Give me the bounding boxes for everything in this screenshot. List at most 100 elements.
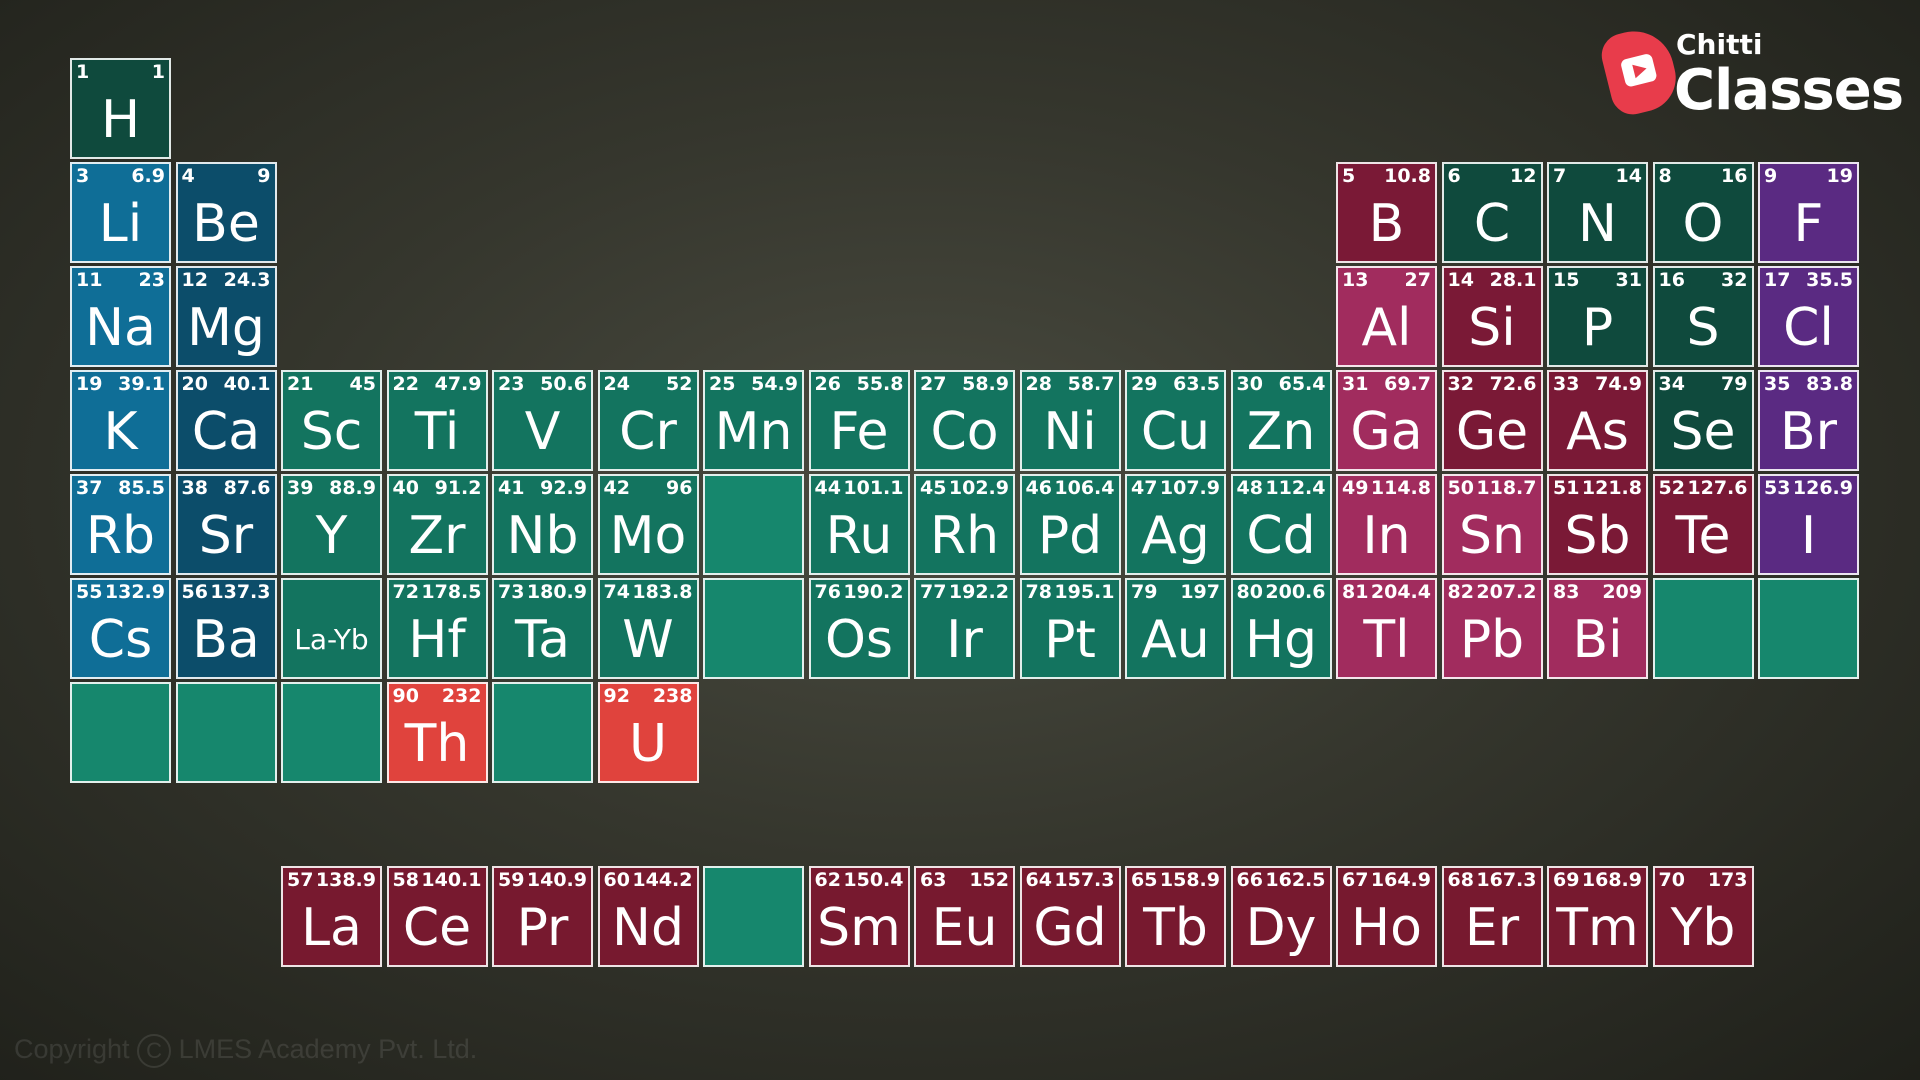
copyright-holder: LMES Academy Pvt. Ltd. bbox=[178, 1034, 478, 1065]
element-symbol: Sr bbox=[198, 506, 254, 566]
atomic-mass: 52 bbox=[666, 373, 693, 395]
atomic-mass: 162.5 bbox=[1265, 869, 1326, 891]
atomic-number: 49 bbox=[1342, 477, 1369, 499]
element-tile-pb: 82 207.2 Pb bbox=[1441, 578, 1543, 679]
atomic-mass: 195.1 bbox=[1054, 581, 1115, 603]
element-tile-tm: 69 168.9 Tm bbox=[1547, 866, 1648, 967]
element-tile-v: 23 50.6 V bbox=[492, 370, 593, 471]
element-tile-pd: 46 106.4 Pd bbox=[1019, 474, 1121, 575]
play-badge-icon bbox=[1597, 22, 1683, 120]
atomic-mass: 132.9 bbox=[104, 581, 165, 603]
atomic-number: 92 bbox=[603, 685, 630, 707]
atomic-mass: 9 bbox=[257, 165, 271, 187]
element-symbol: P bbox=[1581, 298, 1614, 358]
element-tile-u: 92 238 U bbox=[597, 682, 699, 783]
atomic-number: 60 bbox=[603, 869, 630, 891]
element-symbol: Li bbox=[98, 194, 143, 254]
atomic-mass: 91.2 bbox=[434, 477, 482, 499]
atomic-number: 83 bbox=[1553, 581, 1580, 603]
atomic-mass: 209 bbox=[1602, 581, 1642, 603]
atomic-number: 41 bbox=[498, 477, 525, 499]
atomic-number: 46 bbox=[1025, 477, 1052, 499]
element-tile-empty-65 bbox=[1758, 578, 1859, 679]
element-symbol: Er bbox=[1464, 898, 1520, 958]
element-tile-empty-38 bbox=[703, 474, 804, 575]
atomic-number: 64 bbox=[1025, 869, 1052, 891]
element-tile-n: 7 14 N bbox=[1547, 162, 1648, 263]
atomic-number: 45 bbox=[920, 477, 947, 499]
atomic-mass: 178.5 bbox=[421, 581, 482, 603]
chitti-classes-logo: Chitti Classes bbox=[1597, 22, 1904, 124]
element-tile-in: 49 114.8 In bbox=[1336, 474, 1437, 575]
atomic-number: 51 bbox=[1553, 477, 1580, 499]
element-tile-bi: 83 209 Bi bbox=[1547, 578, 1648, 679]
element-tile-sc: 21 45 Sc bbox=[281, 370, 382, 471]
element-tile-sr: 38 87.6 Sr bbox=[175, 474, 277, 575]
element-tile-mn: 25 54.9 Mn bbox=[703, 370, 804, 471]
element-symbol: N bbox=[1578, 194, 1617, 254]
element-tile-rh: 45 102.9 Rh bbox=[914, 474, 1015, 575]
atomic-number: 47 bbox=[1131, 477, 1158, 499]
atomic-number: 39 bbox=[287, 477, 314, 499]
element-tile-cd: 48 112.4 Cd bbox=[1230, 474, 1332, 575]
atomic-mass: 138.9 bbox=[315, 869, 376, 891]
atomic-number: 13 bbox=[1342, 269, 1369, 291]
element-symbol: I bbox=[1800, 506, 1817, 566]
element-tile-ca: 20 40.1 Ca bbox=[175, 370, 277, 471]
element-symbol: Pr bbox=[516, 898, 569, 958]
element-tile-c: 6 12 C bbox=[1441, 162, 1543, 263]
atomic-mass: 31 bbox=[1615, 269, 1642, 291]
element-tile-cl: 17 35.5 Cl bbox=[1758, 266, 1859, 367]
element-symbol: Mg bbox=[187, 298, 265, 358]
element-symbol: Ho bbox=[1351, 898, 1422, 958]
element-symbol: Sm bbox=[817, 898, 901, 958]
atomic-mass: 14 bbox=[1615, 165, 1642, 187]
atomic-mass: 126.9 bbox=[1792, 477, 1853, 499]
atomic-mass: 152 bbox=[969, 869, 1009, 891]
element-tile-yb: 70 173 Yb bbox=[1652, 866, 1754, 967]
atomic-mass: 88.9 bbox=[329, 477, 376, 499]
atomic-number: 74 bbox=[603, 581, 630, 603]
element-symbol: Al bbox=[1361, 298, 1412, 358]
atomic-number: 24 bbox=[603, 373, 630, 395]
element-tile-ge: 32 72.6 Ge bbox=[1441, 370, 1543, 471]
element-tile-empty-55 bbox=[703, 578, 804, 679]
atomic-mass: 12 bbox=[1510, 165, 1537, 187]
element-tile-w: 74 183.8 W bbox=[597, 578, 699, 679]
atomic-number: 80 bbox=[1236, 581, 1263, 603]
atomic-number: 73 bbox=[498, 581, 525, 603]
element-symbol: Br bbox=[1779, 402, 1838, 462]
atomic-mass: 58.7 bbox=[1067, 373, 1115, 395]
element-symbol: Mo bbox=[609, 506, 687, 566]
element-tile-ir: 77 192.2 Ir bbox=[914, 578, 1015, 679]
atomic-number: 50 bbox=[1447, 477, 1474, 499]
element-tile-se: 34 79 Se bbox=[1652, 370, 1754, 471]
atomic-number: 76 bbox=[814, 581, 841, 603]
atomic-mass: 183.8 bbox=[632, 581, 693, 603]
atomic-number: 27 bbox=[920, 373, 947, 395]
element-tile-p: 15 31 P bbox=[1547, 266, 1648, 367]
element-symbol: Ga bbox=[1350, 402, 1423, 462]
element-tile-eu: 63 152 Eu bbox=[914, 866, 1015, 967]
element-symbol: Au bbox=[1141, 610, 1210, 670]
element-symbol: Ni bbox=[1043, 402, 1097, 462]
atomic-number: 37 bbox=[76, 477, 103, 499]
element-symbol: In bbox=[1362, 506, 1411, 566]
element-tile-sn: 50 118.7 Sn bbox=[1441, 474, 1543, 575]
atomic-number: 65 bbox=[1131, 869, 1158, 891]
atomic-number: 34 bbox=[1658, 373, 1685, 395]
logo-small-text: Chitti bbox=[1676, 28, 1763, 61]
atomic-mass: 19 bbox=[1826, 165, 1853, 187]
atomic-number: 53 bbox=[1764, 477, 1791, 499]
element-tile-k: 19 39.1 K bbox=[70, 370, 171, 471]
atomic-mass: 85.5 bbox=[118, 477, 165, 499]
element-symbol: W bbox=[622, 610, 674, 670]
atomic-mass: 27 bbox=[1404, 269, 1431, 291]
element-tile-er: 68 167.3 Er bbox=[1441, 866, 1543, 967]
element-tile-th: 90 232 Th bbox=[386, 682, 488, 783]
atomic-mass: 150.4 bbox=[843, 869, 904, 891]
atomic-number: 78 bbox=[1025, 581, 1052, 603]
element-tile-ru: 44 101.1 Ru bbox=[808, 474, 910, 575]
atomic-number: 17 bbox=[1764, 269, 1791, 291]
element-tile-ba: 56 137.3 Ba bbox=[175, 578, 277, 679]
